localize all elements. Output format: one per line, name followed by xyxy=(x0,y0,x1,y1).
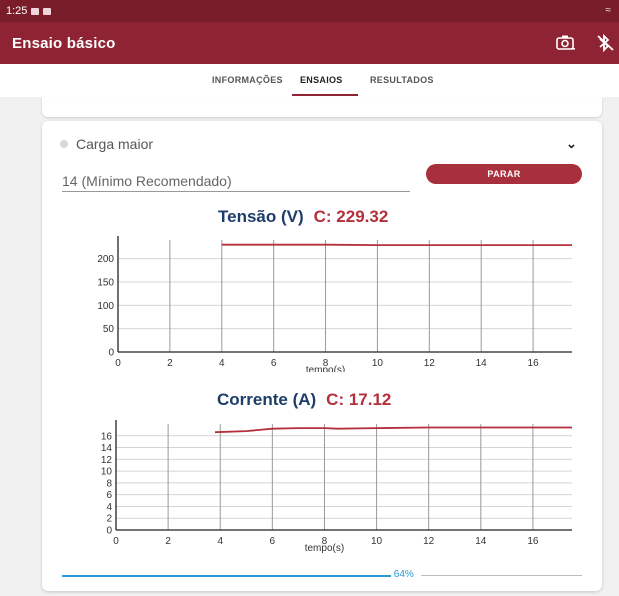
tab-ensaios[interactable]: ENSAIOS xyxy=(300,75,343,85)
x-tick-label: 12 xyxy=(424,358,436,369)
x-tick-label: 16 xyxy=(528,358,540,369)
x-tick-label: 12 xyxy=(423,536,435,547)
y-tick-label: 12 xyxy=(101,455,113,466)
voltage-title-value: C: 229.32 xyxy=(313,207,389,226)
y-tick-label: 4 xyxy=(106,502,112,513)
current-title-name: Corrente (A) xyxy=(217,390,317,409)
samples-input[interactable] xyxy=(62,170,410,191)
gallery-notification-icon xyxy=(31,7,40,15)
step-status-dot xyxy=(60,140,68,148)
y-tick-label: 150 xyxy=(97,278,114,289)
progress-label: 64% xyxy=(390,569,417,580)
progress-track xyxy=(420,575,582,576)
y-tick-label: 50 xyxy=(103,324,115,335)
bluetooth-disabled-icon[interactable] xyxy=(596,33,616,53)
tab-bar: INFORMAÇÕES ENSAIOS RESULTADOS xyxy=(0,64,619,97)
y-tick-label: 200 xyxy=(97,254,114,265)
y-tick-label: 8 xyxy=(106,478,112,489)
app-notification-icon xyxy=(43,7,52,15)
tab-informacoes[interactable]: INFORMAÇÕES xyxy=(212,75,283,85)
tab-resultados[interactable]: RESULTADOS xyxy=(370,75,434,85)
y-tick-label: 16 xyxy=(101,431,113,442)
series-line xyxy=(214,426,572,434)
x-tick-label: 2 xyxy=(165,536,171,547)
x-tick-label: 6 xyxy=(270,536,276,547)
y-tick-label: 10 xyxy=(101,467,113,478)
app-title: Ensaio básico xyxy=(12,34,116,52)
camera-icon[interactable] xyxy=(556,34,576,52)
x-tick-label: 0 xyxy=(113,536,119,547)
x-tick-label: 0 xyxy=(115,358,121,369)
current-title-value: C: 17.12 xyxy=(326,390,392,409)
x-tick-label: 2 xyxy=(167,358,173,369)
x-tick-label: 14 xyxy=(476,358,488,369)
samples-field[interactable] xyxy=(62,170,410,192)
x-tick-label: 4 xyxy=(217,536,223,547)
x-tick-label: 4 xyxy=(219,358,225,369)
x-tick-label: 10 xyxy=(371,536,383,547)
y-tick-label: 100 xyxy=(97,301,114,312)
current-chart-title: Corrente (A) C: 17.12 xyxy=(217,390,391,410)
voltage-chart: 0501001502000 2 4 6 8 10 12 14 16tempo(s) xyxy=(97,236,572,372)
progress-fill xyxy=(62,575,391,577)
y-tick-label: 6 xyxy=(106,490,112,501)
app-bar: Ensaio básico xyxy=(0,22,619,64)
voltage-title-name: Tensão (V) xyxy=(218,207,304,226)
x-tick-label: 10 xyxy=(372,358,384,369)
active-tab-indicator xyxy=(292,94,358,96)
wifi-icon: ≈ xyxy=(605,5,612,16)
voltage-chart-title: Tensão (V) C: 229.32 xyxy=(218,207,388,227)
x-axis-label: tempo(s) xyxy=(305,543,344,554)
current-chart: 02468101214160 2 4 6 8 10 12 14 16tempo(s) xyxy=(101,420,572,554)
status-time: 1:25 xyxy=(6,5,28,17)
x-tick-label: 16 xyxy=(527,536,539,547)
progress-bar: 64% xyxy=(62,569,582,583)
y-tick-label: 2 xyxy=(106,514,112,525)
stop-button[interactable]: PARAR xyxy=(426,164,582,184)
y-tick-label: 0 xyxy=(108,348,114,359)
x-axis-label: tempo(s) xyxy=(306,365,345,372)
x-tick-label: 14 xyxy=(475,536,487,547)
chevron-down-icon[interactable]: ⌄ xyxy=(566,136,577,152)
y-tick-label: 14 xyxy=(101,443,113,454)
y-tick-label: 0 xyxy=(106,526,112,537)
step-label: Carga maior xyxy=(76,136,154,152)
x-tick-label: 6 xyxy=(271,358,277,369)
status-bar: 1:25 ≈ xyxy=(0,0,619,22)
previous-step-card xyxy=(42,97,602,117)
